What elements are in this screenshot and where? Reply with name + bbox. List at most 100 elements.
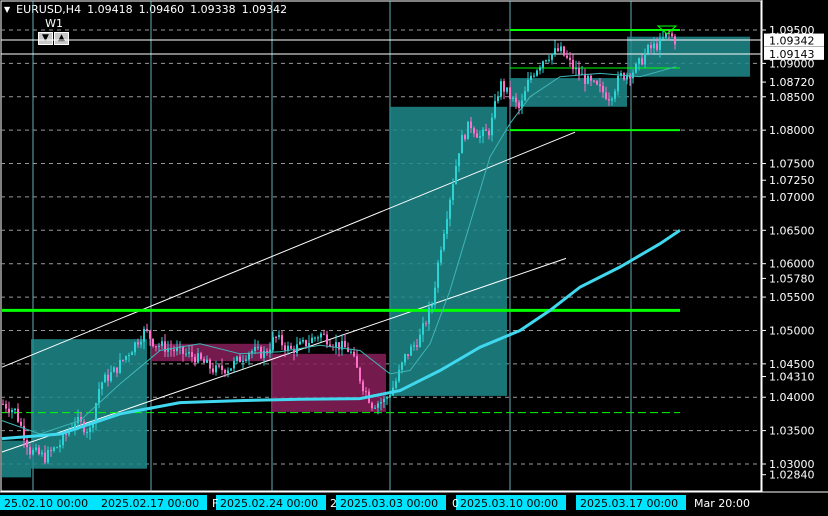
candle-body	[8, 408, 10, 413]
candle-body	[137, 342, 139, 345]
candle-body	[116, 367, 118, 373]
candle-body	[506, 87, 508, 92]
candle-body	[557, 48, 559, 51]
candle-body	[563, 46, 565, 56]
candle-body	[455, 166, 457, 185]
candle-104	[314, 336, 316, 342]
price-tick-label: 1.08720	[769, 76, 815, 89]
candle-body	[419, 334, 421, 347]
price-chart[interactable]: 1.095001.090001.085001.080001.075001.070…	[0, 0, 828, 516]
candle-body	[662, 37, 664, 39]
candle-body	[131, 352, 133, 356]
candle-body	[104, 374, 106, 383]
price-tick-label: 1.05000	[769, 324, 815, 337]
candle-75	[227, 367, 229, 378]
time-label-4: 2025.03.10 00:00	[460, 497, 558, 510]
price-tick-label: 1.08500	[769, 91, 815, 104]
candle-body	[311, 337, 313, 343]
candle-body	[461, 135, 463, 154]
candle-body	[671, 33, 673, 37]
candle-body	[20, 421, 22, 426]
candle-71	[215, 360, 217, 376]
candle-body	[446, 218, 448, 234]
candle-body	[326, 334, 328, 345]
candle-body	[440, 249, 442, 263]
candle-body	[452, 184, 454, 200]
candle-body	[362, 381, 364, 392]
candle-179	[539, 65, 541, 75]
candle-body	[161, 341, 163, 346]
candle-body	[107, 374, 109, 381]
candle-body	[65, 433, 67, 435]
candle-body	[632, 72, 634, 79]
candle-187	[563, 45, 565, 57]
candle-183	[551, 52, 553, 65]
candle-body	[245, 359, 247, 361]
candle-103	[311, 333, 313, 344]
candle-70	[212, 362, 214, 375]
candle-99	[299, 338, 301, 346]
candle-body	[572, 59, 574, 70]
price-tick-label: 1.07000	[769, 191, 815, 204]
candle-body	[224, 369, 226, 374]
candle-4	[14, 408, 16, 414]
candle-body	[257, 346, 259, 348]
candle-body	[44, 452, 46, 463]
candle-body	[305, 340, 307, 347]
candle-1	[5, 400, 7, 413]
candle-body	[143, 328, 145, 342]
candle-body	[410, 346, 412, 356]
candle-body	[494, 101, 496, 118]
candle-body	[125, 355, 127, 360]
candle-177	[533, 72, 535, 78]
candle-body	[650, 44, 652, 49]
candle-body	[227, 370, 229, 374]
candle-72	[218, 363, 220, 369]
candle-body	[488, 130, 490, 136]
candle-155	[467, 121, 469, 140]
candle-body	[380, 402, 382, 404]
candle-180	[542, 60, 544, 73]
candle-48	[146, 323, 148, 333]
candle-body	[146, 328, 148, 331]
candle-body	[194, 356, 196, 363]
candle-body	[512, 97, 514, 99]
candle-body	[401, 362, 403, 370]
candle-114	[344, 333, 346, 348]
candle-body	[335, 342, 337, 348]
candle-body	[233, 360, 235, 369]
price-tick-label: 1.04000	[769, 391, 815, 404]
candle-body	[431, 304, 433, 308]
candle-body	[653, 43, 655, 49]
time-label-3: 2025.03.03 00:00	[340, 497, 438, 510]
candle-body	[476, 133, 478, 138]
candle-body	[212, 368, 214, 373]
candle-96	[290, 342, 292, 350]
candle-body	[383, 398, 385, 403]
candle-100	[302, 337, 304, 344]
candle-0	[2, 399, 4, 405]
candle-182	[548, 55, 550, 63]
candle-body	[41, 452, 43, 455]
candle-body	[536, 70, 538, 76]
candle-92	[278, 330, 280, 340]
candle-body	[47, 450, 49, 463]
candle-195	[587, 73, 589, 85]
candle-102	[308, 335, 310, 353]
candle-body	[569, 57, 571, 60]
price-tick-label: 1.07250	[769, 174, 815, 187]
candle-6	[20, 417, 22, 428]
candle-body	[437, 262, 439, 288]
candle-body	[584, 73, 586, 84]
time-label-6: Mar 20:00	[694, 497, 750, 510]
candle-95	[287, 341, 289, 355]
candle-body	[278, 335, 280, 338]
candle-body	[239, 356, 241, 363]
candle-body	[347, 347, 349, 352]
candle-91	[275, 335, 277, 343]
candle-body	[32, 449, 34, 455]
candle-body	[356, 356, 358, 368]
candle-body	[542, 61, 544, 68]
candle-body	[287, 345, 289, 351]
teal-zone-2	[390, 106, 507, 396]
